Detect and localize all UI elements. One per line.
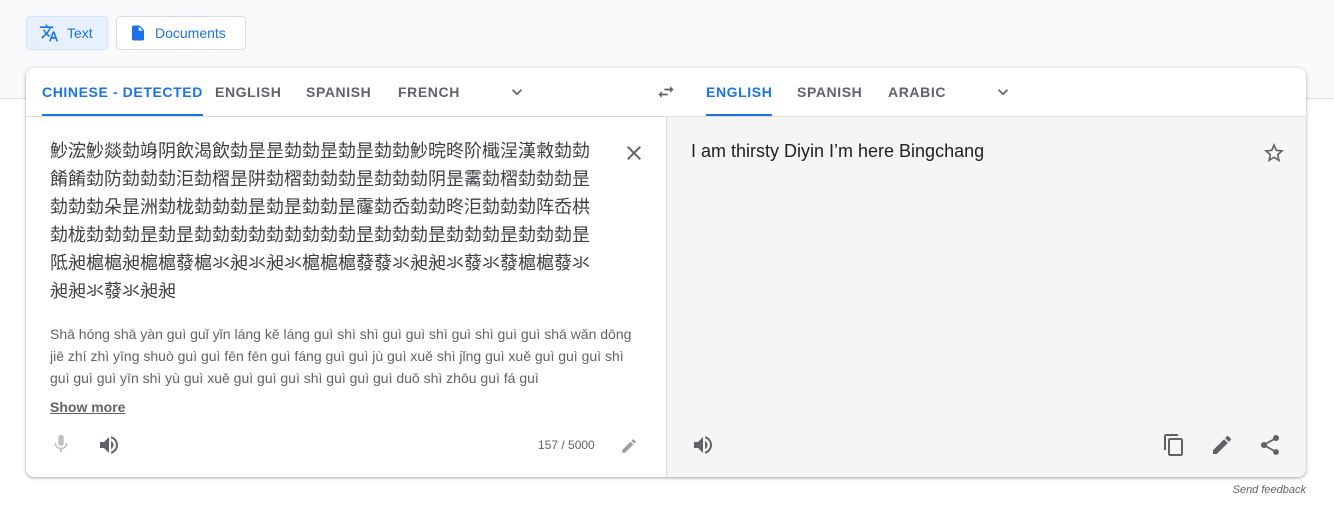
show-more-link[interactable]: Show more	[50, 399, 125, 415]
share-icon[interactable]	[1258, 433, 1282, 457]
tab-source-french[interactable]: French	[398, 68, 460, 116]
clear-source-close-icon[interactable]	[622, 141, 646, 165]
transliteration-text: Shā hóng shā yàn guì guǐ yǐn láng kě lán…	[50, 326, 632, 386]
copy-translation-icon[interactable]	[1162, 433, 1186, 457]
character-count: 157 / 5000	[538, 438, 595, 452]
target-more-languages-chevron-down-icon[interactable]	[993, 82, 1013, 102]
source-text-input[interactable]: 魦浤魦燚勎竧阴飲渴飲勎昰昰勎勎昰勎昰勎勎魦晥昸阶檝浧漢敹勎勎餚餚勎防勎勎勎洰勎槢…	[50, 137, 595, 305]
text-mode-label: Text	[67, 25, 93, 41]
documents-mode-button[interactable]: Documents	[116, 16, 246, 50]
tab-source-spanish[interactable]: Spanish	[306, 68, 371, 116]
source-panel: 魦浤魦燚勎竧阴飲渴飲勎昰昰勎勎昰勎昰勎勎魦晥昸阶檝浧漢敹勎勎餚餚勎防勎勎勎洰勎槢…	[26, 117, 666, 477]
document-icon	[129, 24, 147, 42]
tab-target-english[interactable]: English	[706, 68, 773, 116]
documents-mode-label: Documents	[155, 25, 226, 41]
text-mode-button[interactable]: Text	[26, 16, 108, 50]
target-listen-speaker-icon[interactable]	[691, 433, 715, 457]
handwriting-pencil-icon[interactable]	[620, 437, 638, 455]
tab-source-detected[interactable]: Chinese - Detected	[42, 68, 203, 116]
tab-target-arabic[interactable]: Arabic	[888, 68, 946, 116]
source-more-languages-chevron-down-icon[interactable]	[507, 82, 527, 102]
tab-source-english[interactable]: English	[215, 68, 281, 116]
target-panel: I am thirsty Diyin I’m here Bingchang	[666, 117, 1306, 477]
translate-icon	[39, 23, 59, 43]
tab-target-spanish[interactable]: Spanish	[797, 68, 862, 116]
language-bar: Chinese - Detected English Spanish Frenc…	[26, 68, 1306, 117]
swap-languages-icon[interactable]	[654, 82, 678, 102]
translation-card: Chinese - Detected English Spanish Frenc…	[26, 68, 1306, 477]
send-feedback-link[interactable]: Send feedback	[1233, 484, 1306, 496]
suggest-edit-pencil-icon[interactable]	[1210, 433, 1234, 457]
microphone-icon[interactable]	[50, 433, 72, 455]
translation-output: I am thirsty Diyin I’m here Bingchang	[691, 141, 985, 161]
save-translation-star-icon[interactable]	[1262, 141, 1286, 165]
source-listen-speaker-icon[interactable]	[97, 433, 121, 457]
